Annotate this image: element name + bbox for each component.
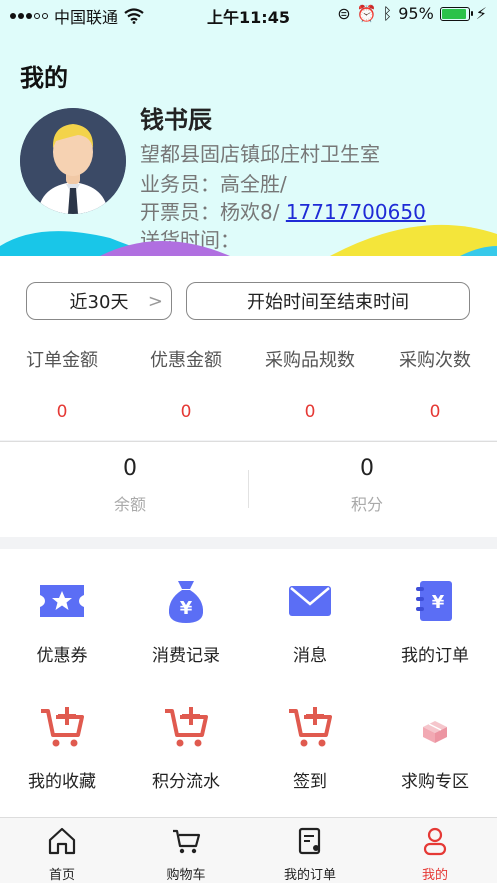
chevron-right-icon: > — [147, 290, 163, 312]
menu-item-messages[interactable]: 消息 — [248, 577, 372, 666]
bluetooth-icon: ᛒ — [382, 4, 393, 23]
stat-label: 订单金额 — [26, 350, 98, 371]
order-book-icon: ¥ — [416, 581, 452, 621]
rotation-lock-icon: ⊜ — [337, 4, 351, 23]
stat-order-amount: 订单金额 0 — [0, 346, 124, 422]
tab-profile[interactable]: 我的 — [373, 826, 497, 883]
menu-item-check-in[interactable]: 签到 — [248, 703, 372, 792]
stat-discount-amount: 优惠金额 0 — [124, 346, 248, 422]
cart-add-icon — [41, 707, 84, 747]
battery-icon — [439, 6, 473, 21]
profile-header: 我的 钱书辰 望都县固店镇邱庄村卫生室 业务员：高全胜/ 开票员：杨欢8/ 17… — [0, 0, 497, 256]
menu-item-coupons[interactable]: 优惠券 — [0, 577, 124, 666]
page-title: 我的 — [20, 64, 68, 92]
alarm-icon: ⏰ — [356, 4, 377, 23]
tab-label: 首页 — [48, 868, 75, 883]
order-summary-section: 近30天 > 开始时间至结束时间 订单金额 0 优惠金额 0 采购品规数 0 采… — [0, 256, 497, 440]
menu-label: 签到 — [293, 772, 327, 792]
clinic-name: 望都县固店镇邱庄村卫生室 — [140, 142, 380, 166]
svg-text:¥: ¥ — [180, 598, 193, 619]
avatar[interactable] — [20, 108, 126, 214]
tab-label: 我的订单 — [283, 868, 336, 883]
tab-label: 我的 — [421, 868, 448, 883]
points-value: 0 — [360, 456, 374, 481]
menu-label: 积分流水 — [152, 772, 220, 792]
balance-label: 余额 — [113, 495, 146, 514]
header-waves — [0, 224, 497, 256]
stat-value: 0 — [429, 402, 441, 422]
cart-icon — [173, 829, 201, 854]
tab-cart[interactable]: 购物车 — [124, 826, 248, 883]
stat-label: 采购次数 — [399, 350, 471, 371]
cart-add-icon — [289, 707, 332, 747]
user-name: 钱书辰 — [140, 106, 212, 134]
status-bar: 中国联通 上午11:45 ⊜ ⏰ ᛒ 95% ⚡ — [0, 0, 497, 28]
balance-section: 0 余额 0 积分 — [0, 441, 497, 537]
balance-value: 0 — [123, 456, 137, 481]
menu-label: 消费记录 — [152, 646, 220, 666]
menu-label: 优惠券 — [36, 646, 88, 666]
gift-box-icon — [423, 721, 447, 743]
svg-text:¥: ¥ — [432, 592, 445, 613]
salesman-info: 业务员：高全胜/ — [140, 172, 287, 196]
tab-home[interactable]: 首页 — [0, 826, 124, 883]
bottom-tab-bar: 首页 购物车 我的订单 我的 — [0, 817, 497, 883]
date-range-selector[interactable]: 近30天 > — [26, 282, 172, 320]
cart-add-icon — [165, 707, 208, 747]
menu-label: 求购专区 — [401, 772, 469, 792]
home-icon — [48, 827, 76, 855]
custom-date-label: 开始时间至结束时间 — [247, 292, 409, 313]
charging-icon: ⚡ — [475, 4, 487, 23]
menu-item-favorites[interactable]: 我的收藏 — [0, 703, 124, 792]
menu-label: 我的订单 — [401, 646, 469, 666]
stat-label: 采购品规数 — [265, 350, 355, 371]
stat-value: 0 — [304, 402, 316, 422]
menu-item-points-history[interactable]: 积分流水 — [124, 703, 248, 792]
stat-label: 优惠金额 — [150, 350, 222, 371]
balance-block[interactable]: 0 余额 — [6, 456, 254, 515]
date-range-label: 近30天 — [69, 292, 129, 313]
envelope-icon — [289, 586, 331, 616]
tab-label: 购物车 — [166, 868, 206, 883]
tab-my-orders[interactable]: 我的订单 — [248, 826, 372, 883]
menu-item-my-orders[interactable]: ¥ 我的订单 — [373, 577, 497, 666]
stat-product-spec-count: 采购品规数 0 — [248, 346, 372, 422]
stat-purchase-count: 采购次数 0 — [373, 346, 497, 422]
menu-item-purchase-requests[interactable]: 求购专区 — [373, 703, 497, 792]
feature-menu: 优惠券 ¥ 消费记录 消息 ¥ 我的订单 我的收藏 积分流水 签到 求购专区 — [0, 549, 497, 817]
money-bag-icon: ¥ — [168, 581, 204, 623]
coupon-icon — [40, 585, 84, 617]
stat-value: 0 — [180, 402, 192, 422]
points-label: 积分 — [350, 495, 383, 514]
stat-value: 0 — [56, 402, 68, 422]
order-icon — [298, 827, 321, 855]
custom-date-range-button[interactable]: 开始时间至结束时间 — [186, 282, 470, 320]
user-icon — [423, 827, 447, 856]
menu-label: 我的收藏 — [28, 772, 96, 792]
battery-percent: 95% — [398, 4, 434, 23]
points-block[interactable]: 0 积分 — [243, 456, 491, 515]
menu-item-spending-records[interactable]: ¥ 消费记录 — [124, 577, 248, 666]
menu-label: 消息 — [293, 646, 327, 666]
